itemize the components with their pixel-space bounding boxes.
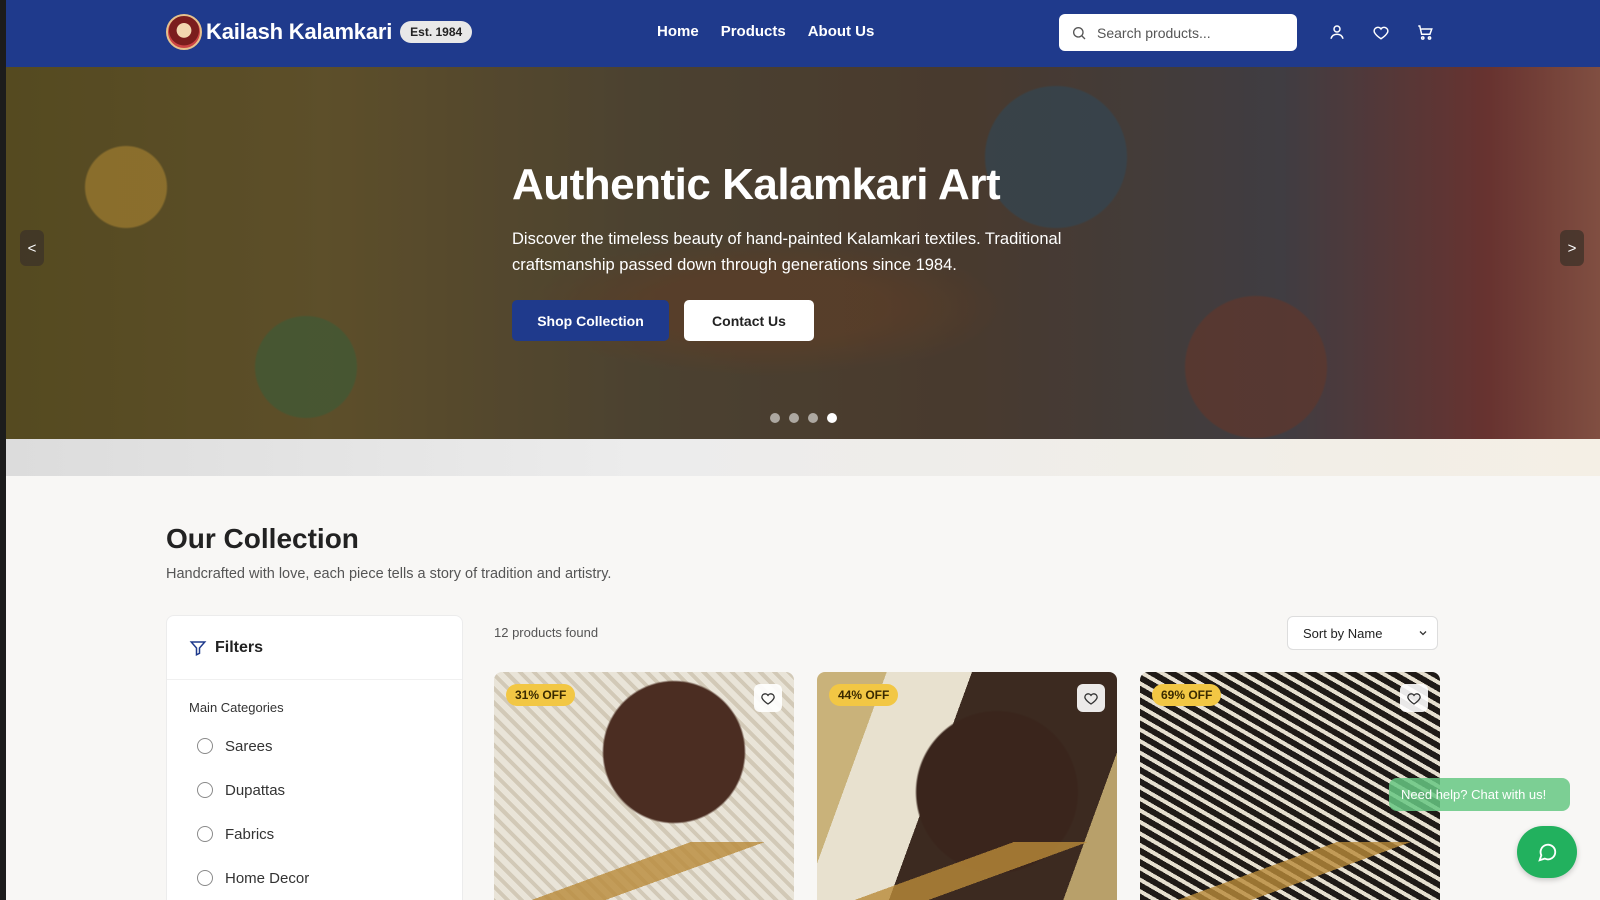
main-categories-label: Main Categories bbox=[189, 700, 284, 715]
brand-name: Kailash Kalamkari bbox=[206, 19, 393, 44]
logo-icon bbox=[166, 14, 202, 50]
discount-badge: 44% OFF bbox=[829, 684, 899, 706]
category-label: Home Decor bbox=[225, 869, 310, 887]
brand-logo-link[interactable]: Kailash Kalamkari Est. 1984 bbox=[166, 14, 473, 50]
chat-hint-label: Need help? Chat with us! bbox=[1401, 787, 1547, 802]
nav-products[interactable]: Products bbox=[721, 23, 786, 40]
category-option-home-decor[interactable]: Home Decor bbox=[197, 865, 462, 891]
heart-icon bbox=[761, 693, 775, 705]
filter-icon bbox=[189, 640, 207, 656]
carousel-dots bbox=[770, 413, 837, 423]
search-icon bbox=[1073, 26, 1086, 39]
carousel-dot-4[interactable] bbox=[827, 413, 837, 423]
cart-button[interactable] bbox=[1416, 23, 1436, 43]
chat-button[interactable] bbox=[1517, 826, 1577, 878]
filters-header: Filters bbox=[167, 616, 462, 680]
filters-panel: Filters Main Categories Sarees Dupattas … bbox=[166, 615, 463, 900]
filters-title: Filters bbox=[215, 638, 264, 656]
product-card[interactable]: 44% OFF bbox=[817, 672, 1117, 900]
section-divider-band bbox=[6, 439, 1600, 476]
search-box bbox=[1059, 14, 1297, 51]
hero-subtitle: Discover the timeless beauty of hand-pai… bbox=[512, 230, 1062, 274]
chat-hint[interactable]: Need help? Chat with us! bbox=[1389, 778, 1570, 811]
carousel-dot-1[interactable] bbox=[770, 413, 780, 423]
est-badge: Est. 1984 bbox=[400, 21, 473, 43]
carousel-dot-2[interactable] bbox=[789, 413, 799, 423]
hero-actions: Shop Collection Contact Us bbox=[512, 300, 1132, 341]
radio-button[interactable] bbox=[197, 870, 213, 886]
site-header: Kailash Kalamkari Est. 1984 Home Product… bbox=[6, 0, 1600, 67]
collection-title: Our Collection bbox=[166, 523, 359, 554]
wishlist-button[interactable] bbox=[1372, 23, 1392, 43]
heart-icon bbox=[1407, 693, 1421, 705]
sort-value: Sort by Name bbox=[1303, 625, 1383, 641]
products-count: 12 products found bbox=[494, 625, 599, 640]
carousel-next-button[interactable]: > bbox=[1560, 230, 1584, 266]
chat-icon bbox=[1538, 843, 1557, 862]
category-label: Fabrics bbox=[225, 825, 275, 843]
wishlist-toggle[interactable] bbox=[1077, 684, 1105, 712]
hero-content: Authentic Kalamkari Art Discover the tim… bbox=[512, 160, 1132, 341]
hero-title: Authentic Kalamkari Art bbox=[512, 160, 1001, 209]
carousel-prev-button[interactable]: < bbox=[20, 230, 44, 266]
category-label: Dupattas bbox=[225, 781, 286, 799]
sort-select[interactable]: Sort by Name bbox=[1287, 616, 1438, 650]
contact-us-button[interactable]: Contact Us bbox=[684, 300, 814, 341]
heart-icon bbox=[1084, 693, 1098, 705]
radio-button[interactable] bbox=[197, 782, 213, 798]
radio-button[interactable] bbox=[197, 738, 213, 754]
carousel-dot-3[interactable] bbox=[808, 413, 818, 423]
nav-home[interactable]: Home bbox=[657, 23, 699, 40]
heart-icon bbox=[1373, 26, 1389, 40]
hero-carousel: < > Authentic Kalamkari Art Discover the… bbox=[6, 67, 1600, 439]
discount-badge: 31% OFF bbox=[506, 684, 576, 706]
collection-subtitle: Handcrafted with love, each piece tells … bbox=[166, 566, 612, 582]
shop-collection-button[interactable]: Shop Collection bbox=[512, 300, 669, 341]
product-card[interactable]: 31% OFF bbox=[494, 672, 794, 900]
main-nav: Home Products About Us bbox=[657, 23, 874, 40]
search-input[interactable] bbox=[1097, 24, 1277, 41]
user-icon bbox=[1330, 25, 1344, 39]
account-button[interactable] bbox=[1328, 23, 1348, 43]
cart-icon bbox=[1418, 25, 1433, 40]
chevron-down-icon bbox=[1419, 631, 1427, 636]
radio-button[interactable] bbox=[197, 826, 213, 842]
category-option-sarees[interactable]: Sarees bbox=[197, 733, 462, 759]
wishlist-toggle[interactable] bbox=[754, 684, 782, 712]
category-label: Sarees bbox=[225, 737, 273, 755]
nav-about-us[interactable]: About Us bbox=[808, 23, 875, 40]
category-option-dupattas[interactable]: Dupattas bbox=[197, 777, 462, 803]
category-option-fabrics[interactable]: Fabrics bbox=[197, 821, 462, 847]
discount-badge: 69% OFF bbox=[1152, 684, 1222, 706]
wishlist-toggle[interactable] bbox=[1400, 684, 1428, 712]
